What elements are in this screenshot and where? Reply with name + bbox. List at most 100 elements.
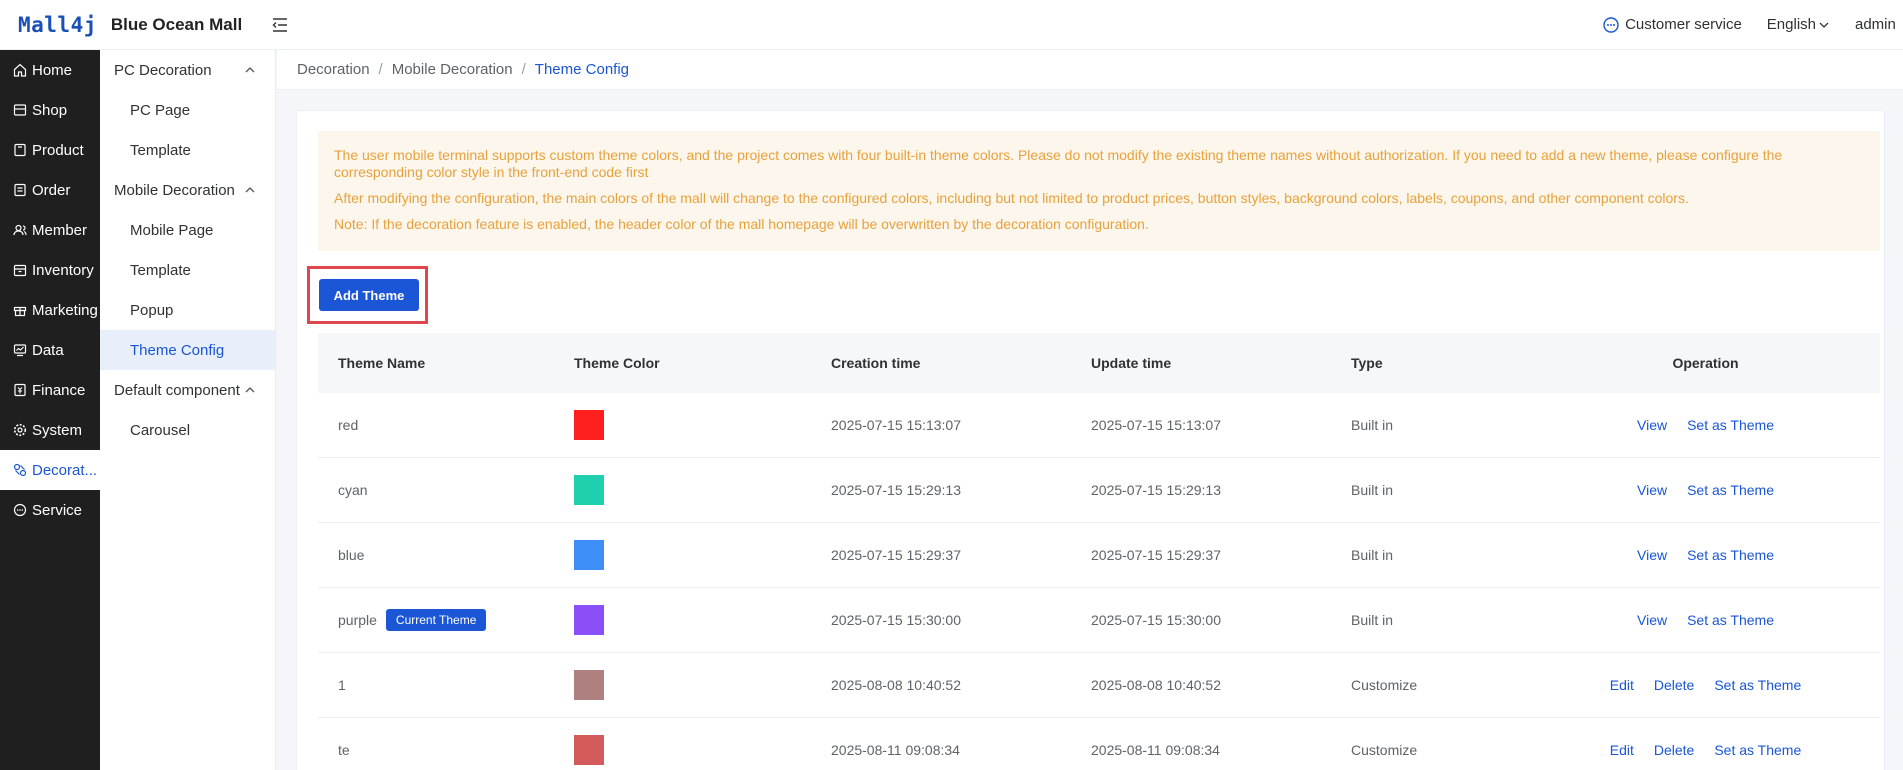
nav-label: Service bbox=[32, 501, 83, 519]
view-link[interactable]: View bbox=[1637, 612, 1667, 628]
nav-item-marketing[interactable]: Marketing bbox=[0, 290, 100, 330]
language-select[interactable]: English bbox=[1767, 16, 1829, 33]
table-header: Theme Name Theme Color Creation time Upd… bbox=[318, 333, 1880, 393]
set-as-theme-link[interactable]: Set as Theme bbox=[1687, 482, 1774, 498]
update-time: 2025-08-08 10:40:52 bbox=[1091, 677, 1221, 693]
customer-service-label: Customer service bbox=[1625, 16, 1742, 33]
chevron-up-icon bbox=[245, 182, 255, 199]
breadcrumb-theme-config: Theme Config bbox=[534, 61, 630, 78]
notice-alert: The user mobile terminal supports custom… bbox=[318, 131, 1880, 251]
update-time: 2025-07-15 15:30:00 bbox=[1091, 612, 1221, 628]
nav-item-order[interactable]: Order bbox=[0, 170, 100, 210]
set-as-theme-link[interactable]: Set as Theme bbox=[1714, 677, 1801, 693]
breadcrumb-separator: / bbox=[378, 61, 383, 78]
nav-item-system[interactable]: System bbox=[0, 410, 100, 450]
subnav-item-popup[interactable]: Popup bbox=[100, 290, 275, 330]
current-theme-badge: Current Theme bbox=[385, 609, 487, 631]
data-icon bbox=[12, 342, 28, 358]
set-as-theme-link[interactable]: Set as Theme bbox=[1687, 612, 1774, 628]
theme-type: Built in bbox=[1351, 612, 1394, 628]
nav-item-member[interactable]: Member bbox=[0, 210, 100, 250]
nav-label: Marketing bbox=[32, 301, 98, 319]
notice-line: The user mobile terminal supports custom… bbox=[334, 147, 1783, 180]
subnav-group-mobile-decoration[interactable]: Mobile Decoration bbox=[100, 170, 275, 210]
menu-collapse-icon[interactable] bbox=[270, 15, 290, 35]
inventory-icon bbox=[12, 262, 28, 278]
main-sidebar: Home Shop Product Order Member Inventory… bbox=[0, 50, 100, 770]
nav-label: System bbox=[32, 421, 83, 439]
theme-color-swatch bbox=[574, 735, 604, 765]
col-update-time: Update time bbox=[1091, 355, 1172, 371]
subnav-item-pc-page[interactable]: PC Page bbox=[100, 90, 275, 130]
theme-name: red bbox=[338, 417, 359, 433]
notice-line: Note: If the decoration feature is enabl… bbox=[334, 216, 1149, 232]
set-as-theme-link[interactable]: Set as Theme bbox=[1687, 417, 1774, 433]
table-row: 1 2025-08-08 10:40:52 2025-08-08 10:40:5… bbox=[318, 653, 1880, 718]
table-row: blue 2025-07-15 15:29:37 2025-07-15 15:2… bbox=[318, 523, 1880, 588]
theme-name: cyan bbox=[338, 482, 368, 498]
customer-service-button[interactable]: Customer service bbox=[1603, 16, 1742, 33]
subnav-item-mobile-template[interactable]: Template bbox=[100, 250, 275, 290]
edit-link[interactable]: Edit bbox=[1610, 742, 1634, 758]
theme-type: Built in bbox=[1351, 482, 1394, 498]
chevron-up-icon bbox=[245, 382, 255, 399]
table-row: te 2025-08-11 09:08:34 2025-08-11 09:08:… bbox=[318, 718, 1880, 770]
set-as-theme-link[interactable]: Set as Theme bbox=[1687, 547, 1774, 563]
breadcrumb-decoration[interactable]: Decoration bbox=[297, 61, 370, 78]
subnav-group-pc-decoration[interactable]: PC Decoration bbox=[100, 50, 275, 90]
sub-sidebar: PC Decoration PC Page Template Mobile De… bbox=[100, 50, 276, 770]
subnav-group-label: Mobile Decoration bbox=[114, 181, 235, 199]
add-theme-highlight: Add Theme bbox=[307, 266, 428, 324]
subnav-group-default-component[interactable]: Default component bbox=[100, 370, 275, 410]
chevron-up-icon bbox=[245, 62, 255, 79]
shop-icon bbox=[12, 102, 28, 118]
view-link[interactable]: View bbox=[1637, 417, 1667, 433]
logo-mark: Mall4j bbox=[18, 12, 97, 37]
col-creation-time: Creation time bbox=[831, 355, 921, 371]
table-row: cyan 2025-07-15 15:29:13 2025-07-15 15:2… bbox=[318, 458, 1880, 523]
nav-item-decoration[interactable]: Decorat... bbox=[0, 450, 100, 490]
theme-name: blue bbox=[338, 547, 365, 563]
theme-type: Built in bbox=[1351, 547, 1394, 563]
subnav-item-theme-config[interactable]: Theme Config bbox=[100, 330, 275, 370]
chevron-down-icon bbox=[1819, 20, 1829, 30]
nav-item-service[interactable]: Service bbox=[0, 490, 100, 530]
add-theme-button[interactable]: Add Theme bbox=[319, 279, 419, 311]
delete-link[interactable]: Delete bbox=[1654, 677, 1694, 693]
home-icon bbox=[12, 62, 28, 78]
view-link[interactable]: View bbox=[1637, 547, 1667, 563]
nav-item-shop[interactable]: Shop bbox=[0, 90, 100, 130]
nav-item-finance[interactable]: Finance bbox=[0, 370, 100, 410]
brand-name: Blue Ocean Mall bbox=[110, 14, 243, 34]
nav-item-product[interactable]: Product bbox=[0, 130, 100, 170]
creation-time: 2025-07-15 15:30:00 bbox=[831, 612, 961, 628]
language-label: English bbox=[1766, 16, 1816, 33]
theme-table: Theme Name Theme Color Creation time Upd… bbox=[318, 333, 1880, 770]
subnav-group-label: Default component bbox=[114, 381, 240, 399]
top-header: Mall4j Blue Ocean Mall Customer service … bbox=[0, 0, 1903, 50]
subnav-item-carousel[interactable]: Carousel bbox=[100, 410, 275, 450]
creation-time: 2025-08-11 09:08:34 bbox=[831, 742, 960, 758]
nav-label: Member bbox=[32, 221, 88, 239]
decoration-icon bbox=[12, 462, 28, 478]
product-icon bbox=[12, 142, 28, 158]
nav-item-home[interactable]: Home bbox=[0, 50, 100, 90]
set-as-theme-link[interactable]: Set as Theme bbox=[1714, 742, 1801, 758]
nav-label: Finance bbox=[32, 381, 86, 399]
update-time: 2025-07-15 15:29:37 bbox=[1091, 547, 1221, 563]
update-time: 2025-07-15 15:13:07 bbox=[1091, 417, 1221, 433]
logo: Mall4j Blue Ocean Mall bbox=[0, 13, 270, 37]
subnav-item-pc-template[interactable]: Template bbox=[100, 130, 275, 170]
creation-time: 2025-08-08 10:40:52 bbox=[831, 677, 961, 693]
nav-label: Order bbox=[32, 181, 71, 199]
breadcrumb-mobile-decoration[interactable]: Mobile Decoration bbox=[392, 61, 513, 78]
subnav-item-mobile-page[interactable]: Mobile Page bbox=[100, 210, 275, 250]
user-menu[interactable]: admin bbox=[1855, 16, 1903, 33]
edit-link[interactable]: Edit bbox=[1610, 677, 1634, 693]
view-link[interactable]: View bbox=[1637, 482, 1667, 498]
nav-item-data[interactable]: Data bbox=[0, 330, 100, 370]
theme-name: te bbox=[338, 742, 350, 758]
nav-item-inventory[interactable]: Inventory bbox=[0, 250, 100, 290]
nav-label: Shop bbox=[32, 101, 68, 119]
delete-link[interactable]: Delete bbox=[1654, 742, 1694, 758]
